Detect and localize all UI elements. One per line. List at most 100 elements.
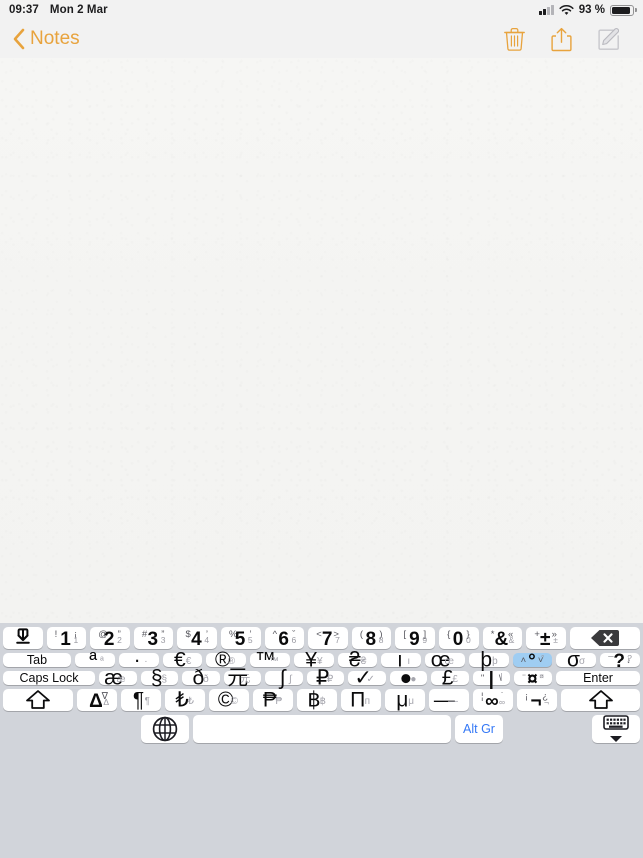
key-pound[interactable]: £ £ xyxy=(431,668,469,689)
keyboard-right-spacer xyxy=(507,715,588,743)
key-copyright[interactable]: © © xyxy=(209,689,249,711)
key-bar[interactable]: ıı xyxy=(381,650,422,671)
key-7[interactable]: < >7 7 xyxy=(308,627,348,649)
key-pilcrow-secondary-label: ¶ xyxy=(144,696,150,707)
key-ruble[interactable]: ₽ ₽ xyxy=(306,668,345,689)
key-baht[interactable]: ฿฿ xyxy=(297,689,337,711)
key-6[interactable]: ^ ˇ 6 6 xyxy=(264,627,305,651)
key-a-superscript[interactable]: ªª xyxy=(75,650,115,671)
row-upper: Tab ª ª · · € € ® ® ™ ™ ¥ ¥ ₴ ₴ ı ı œ œ þ þ ˄ ˅ ° ° σ σ ¯ ↓?? xyxy=(3,650,640,671)
key-infinity-alt-top-left: ¦ xyxy=(481,691,484,702)
key-check-secondary-label: ✓ xyxy=(366,674,375,685)
key-7-primary-label: 7 xyxy=(321,629,333,651)
key-1[interactable]: ! ¡ 1 1 xyxy=(46,627,87,649)
key-middle-dot[interactable]: · · xyxy=(118,650,159,671)
key-dismiss-keyboard[interactable] xyxy=(592,715,640,743)
key-enter[interactable]: Enter xyxy=(556,671,641,685)
key-alt-gr[interactable]: Alt Gr xyxy=(455,715,503,743)
key-infinity-primary-label: ∞ xyxy=(485,691,499,713)
key-9-alt-bottom-right: 9 xyxy=(422,634,428,645)
key-yuan[interactable]: 元元 xyxy=(223,668,262,689)
key-ampersand[interactable]: * «& & xyxy=(482,627,523,649)
key-0[interactable]: {} 0 0 xyxy=(439,627,479,649)
key-9-primary-label: 9 xyxy=(409,629,420,651)
key-shift-right[interactable] xyxy=(561,689,640,711)
key-caps-lock-label: Caps Lock xyxy=(19,671,79,685)
key-registered[interactable]: ® ® xyxy=(206,650,247,671)
key-6-primary-label: 6 xyxy=(278,629,289,651)
key-alt-gr-label: Alt Gr xyxy=(463,722,495,736)
on-screen-keyboard: ! ¡ 1 1 @” 2 2 #” 3 3 $’ 4 4%’ 5 5 ^ ˇ 6 6 < >7 7() 8 8[] 9 9{} 0 0… xyxy=(0,623,643,858)
key-euro-currency-old-secondary-label: ₴ xyxy=(360,656,367,667)
note-text-body[interactable] xyxy=(0,58,643,623)
key-shift-down[interactable] xyxy=(3,627,43,649)
key-not-sign[interactable]: ¡ ¿ ¬ ¬ xyxy=(517,689,557,711)
key-peso[interactable]: ₱ ₱ xyxy=(253,689,293,711)
key-3-primary-label: 3 xyxy=(147,629,159,651)
key-eth[interactable]: ðð xyxy=(182,668,220,689)
key-shift-left[interactable] xyxy=(3,689,73,711)
key-3[interactable]: #” 3 3 xyxy=(133,627,174,651)
arrow-down-into-line-icon xyxy=(10,627,36,649)
key-euro-currency-old[interactable]: ₴ ₴ xyxy=(337,650,378,671)
key-capital-pi[interactable]: Πп xyxy=(341,689,381,711)
key-mu[interactable]: μμ xyxy=(385,689,425,711)
battery-percent-label: 93 % xyxy=(578,4,605,16)
key-degree-alt-top-left: ˄ xyxy=(520,655,527,666)
key-ae-ligature[interactable]: ææ xyxy=(99,668,137,689)
key-mu-secondary-label: μ xyxy=(408,696,414,707)
key-enter-label: Enter xyxy=(583,671,613,685)
back-to-notes-button[interactable]: Notes xyxy=(12,28,80,50)
key-em-dash[interactable]: — — xyxy=(429,689,469,711)
key-integral[interactable]: ∫ ∫ xyxy=(265,668,303,689)
key-0-primary-label: 0 xyxy=(452,629,464,651)
key-sigma[interactable]: σσ xyxy=(556,650,597,671)
key-euro-secondary-label: € xyxy=(185,656,192,667)
key-space[interactable] xyxy=(193,715,451,743)
key-euro[interactable]: € € xyxy=(162,650,203,671)
key-5[interactable]: %’ 5 5 xyxy=(221,627,261,649)
key-section[interactable]: § § xyxy=(140,668,179,689)
navigation-bar: Notes xyxy=(0,20,643,58)
key-pipe-alt-bottom-right: | xyxy=(500,670,503,681)
key-globe[interactable] xyxy=(141,715,189,743)
trash-icon[interactable] xyxy=(504,27,525,51)
key-delete[interactable] xyxy=(569,627,640,649)
key-currency-primary-label: ¤ xyxy=(527,669,538,691)
key-pound-secondary-label: £ xyxy=(452,674,458,685)
key-plusminus-primary-label: ± xyxy=(540,629,551,651)
key-trademark[interactable]: ™ ™ xyxy=(250,650,290,671)
key-plusminus[interactable]: +» ± ± xyxy=(526,627,566,649)
key-8[interactable]: () 8 8 xyxy=(351,627,392,649)
key-degree[interactable]: ˄ ˅ ° ° xyxy=(512,652,553,671)
key-question[interactable]: ¯ ↓?? xyxy=(600,652,640,671)
row-space: Alt Gr xyxy=(3,715,640,743)
key-9[interactable]: [] 9 9 xyxy=(395,627,436,651)
key-2[interactable]: @” 2 2 xyxy=(90,627,130,649)
key-infinity[interactable]: ¦ ˙ ∞ ∞ xyxy=(473,689,513,711)
key-bullet[interactable]: ● ● xyxy=(389,668,428,689)
key-bullet-secondary-label: ● xyxy=(410,674,417,685)
key-question-primary-label: ? xyxy=(613,651,625,673)
key-copyright-secondary-label: © xyxy=(230,696,238,707)
share-icon[interactable] xyxy=(551,27,572,52)
key-section-secondary-label: § xyxy=(161,674,168,685)
key-1-alt-bottom-right: 1 xyxy=(73,634,79,645)
key-lira[interactable]: ₺ ₺ xyxy=(165,689,205,711)
note-canvas[interactable] xyxy=(0,58,643,623)
key-tab[interactable]: Tab xyxy=(3,653,71,667)
key-pipe[interactable]: " \ | | xyxy=(472,670,511,689)
key-caps-lock[interactable]: Caps Lock xyxy=(3,671,95,685)
key-yen[interactable]: ¥ ¥ xyxy=(293,650,334,671)
key-delta[interactable]: ∇ Δ Δ xyxy=(77,689,117,711)
key-oe-ligature[interactable]: œœ xyxy=(425,650,465,671)
key-currency[interactable]: ¨’ ¤ ¤ xyxy=(514,670,553,689)
key-check[interactable]: ✓ ✓ xyxy=(348,668,386,689)
back-button-label: Notes xyxy=(30,28,80,49)
status-bar-right: 93 % xyxy=(539,4,637,16)
key-not-sign-alt-top-left: ¡ xyxy=(525,691,529,702)
key-thorn[interactable]: þþ xyxy=(468,650,509,671)
key-pilcrow[interactable]: ¶ ¶ xyxy=(121,689,161,711)
cellular-signal-icon xyxy=(539,5,554,15)
key-4[interactable]: $’ 4 4 xyxy=(177,627,218,649)
